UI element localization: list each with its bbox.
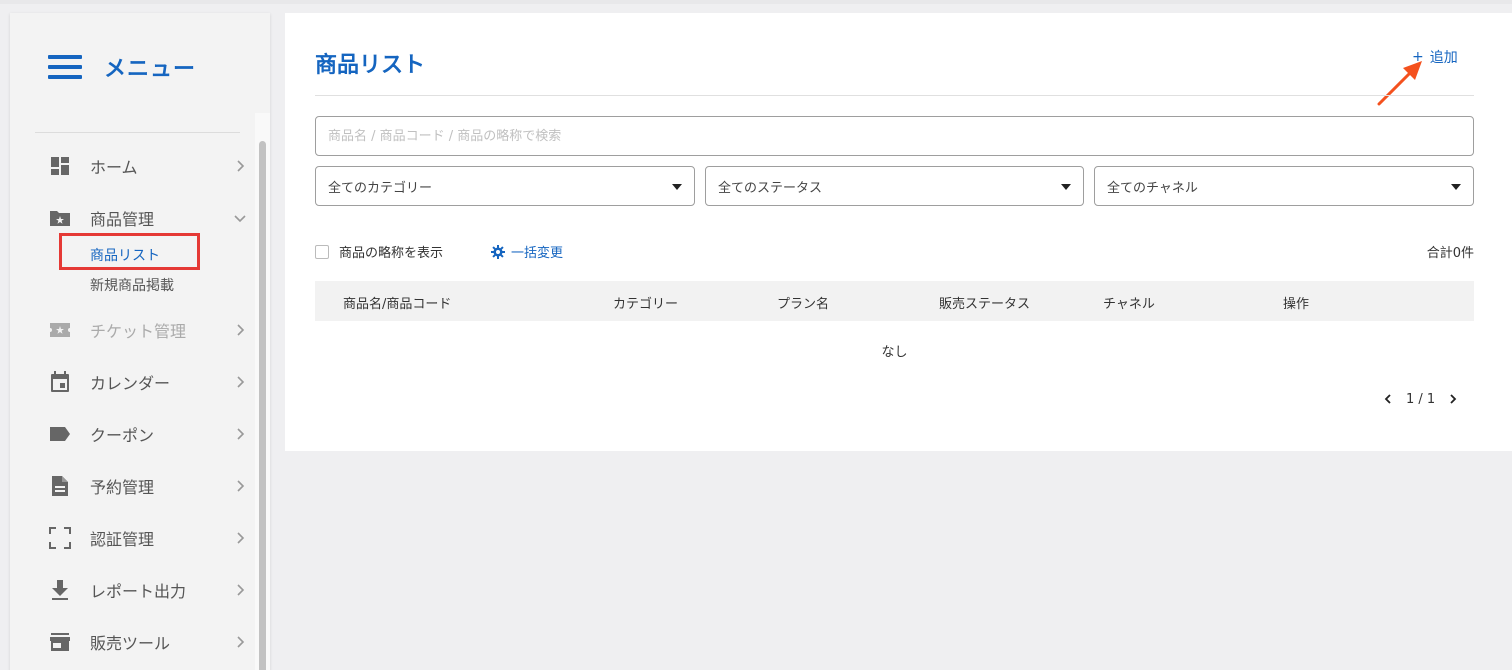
hamburger-icon[interactable] bbox=[48, 55, 82, 79]
dropdown-caret-icon bbox=[1451, 184, 1461, 190]
highlight-annotation bbox=[59, 233, 200, 270]
column-header-category: カテゴリー bbox=[613, 297, 679, 312]
sidebar-item-label: 商品管理 bbox=[90, 210, 155, 229]
column-header-status: 販売ステータス bbox=[939, 297, 1031, 312]
sidebar-item-label: カレンダー bbox=[90, 374, 171, 393]
page-title: 商品リスト bbox=[315, 53, 426, 78]
dashboard-icon bbox=[48, 154, 72, 178]
sidebar-divider bbox=[35, 132, 240, 133]
show-abbrev-label: 商品の略称を表示 bbox=[339, 246, 444, 261]
chevron-right-icon bbox=[237, 160, 245, 172]
sidebar-scrollbar[interactable] bbox=[259, 141, 266, 670]
category-select[interactable]: 全てのカテゴリー bbox=[315, 166, 695, 206]
title-divider bbox=[315, 95, 1474, 96]
empty-state-text: なし bbox=[881, 345, 908, 360]
chevron-right-icon bbox=[1450, 394, 1457, 404]
tag-icon bbox=[48, 422, 72, 446]
ticket-icon bbox=[48, 318, 72, 342]
sidebar-item-label: 販売ツール bbox=[90, 634, 171, 653]
sidebar-item-sales-tools[interactable]: 販売ツール bbox=[48, 627, 248, 657]
menu-header: メニュー bbox=[48, 51, 196, 83]
gear-icon bbox=[491, 244, 505, 259]
sidebar-item-label: レポート出力 bbox=[90, 582, 187, 601]
chevron-right-icon bbox=[237, 532, 245, 544]
bulk-edit-button[interactable]: 一括変更 bbox=[491, 242, 563, 261]
scan-frame-icon bbox=[48, 526, 72, 550]
sidebar-item-label: 予約管理 bbox=[90, 478, 155, 497]
checkbox-box[interactable] bbox=[315, 244, 329, 259]
store-icon bbox=[48, 630, 72, 654]
prev-page-button[interactable] bbox=[1380, 391, 1396, 407]
bulk-edit-label: 一括変更 bbox=[511, 246, 564, 261]
page-indicator: 1 / 1 bbox=[1406, 391, 1436, 407]
calendar-icon bbox=[48, 370, 72, 394]
document-icon bbox=[48, 474, 72, 498]
sidebar-item-label: 認証管理 bbox=[90, 530, 155, 549]
sidebar-subitem-new-product[interactable]: 新規商品掲載 bbox=[90, 275, 174, 295]
total-count: 合計0件 bbox=[1426, 246, 1474, 261]
add-button-label: 追加 bbox=[1429, 50, 1458, 66]
sidebar-item-label: チケット管理 bbox=[90, 322, 187, 341]
pagination: 1 / 1 bbox=[1380, 391, 1461, 407]
sidebar-item-label: ホーム bbox=[90, 158, 138, 177]
top-border bbox=[0, 0, 1512, 4]
chevron-down-icon bbox=[234, 215, 246, 223]
sidebar-item-label: クーポン bbox=[90, 426, 155, 445]
menu-title: メニュー bbox=[104, 57, 197, 82]
sidebar-item-reservations[interactable]: 予約管理 bbox=[48, 471, 248, 501]
sidebar-item-auth[interactable]: 認証管理 bbox=[48, 523, 248, 553]
chevron-right-icon bbox=[237, 428, 245, 440]
chevron-right-icon bbox=[237, 480, 245, 492]
category-select-value: 全てのカテゴリー bbox=[328, 180, 433, 196]
channel-select[interactable]: 全てのチャネル bbox=[1094, 166, 1474, 206]
status-select-value: 全てのステータス bbox=[718, 180, 823, 196]
column-header-plan: プラン名 bbox=[777, 297, 830, 312]
column-header-channel: チャネル bbox=[1103, 297, 1155, 312]
chevron-right-icon bbox=[237, 324, 245, 336]
chevron-right-icon bbox=[237, 636, 245, 648]
sidebar-item-calendar[interactable]: カレンダー bbox=[48, 367, 248, 397]
dropdown-caret-icon bbox=[672, 184, 682, 190]
chevron-left-icon bbox=[1384, 394, 1391, 404]
sidebar-item-products[interactable]: 商品管理 bbox=[48, 203, 248, 233]
chevron-right-icon bbox=[237, 584, 245, 596]
list-toolbar: 商品の略称を表示 一括変更 合計0件 bbox=[315, 242, 1474, 262]
chevron-right-icon bbox=[237, 376, 245, 388]
next-page-button[interactable] bbox=[1445, 391, 1461, 407]
arrow-annotation-icon bbox=[1377, 61, 1422, 106]
channel-select-value: 全てのチャネル bbox=[1107, 180, 1198, 196]
show-abbrev-checkbox[interactable]: 商品の略称を表示 bbox=[315, 242, 443, 261]
sidebar-item-tickets[interactable]: チケット管理 bbox=[48, 315, 248, 345]
sidebar: メニュー ホーム 商品管理 商品リスト 新規商品掲載 チケット管理 カレンダー bbox=[10, 13, 270, 670]
dropdown-caret-icon bbox=[1061, 184, 1071, 190]
sidebar-item-report[interactable]: レポート出力 bbox=[48, 575, 248, 605]
sidebar-item-home[interactable]: ホーム bbox=[48, 151, 248, 181]
table-header: 商品名/商品コード カテゴリー プラン名 販売ステータス チャネル 操作 bbox=[315, 281, 1474, 321]
status-select[interactable]: 全てのステータス bbox=[705, 166, 1084, 206]
search-input[interactable] bbox=[315, 116, 1474, 156]
folder-star-icon bbox=[48, 206, 72, 230]
column-header-actions: 操作 bbox=[1283, 297, 1310, 312]
sidebar-item-coupon[interactable]: クーポン bbox=[48, 419, 248, 449]
download-icon bbox=[48, 578, 72, 602]
column-header-name: 商品名/商品コード bbox=[343, 297, 452, 312]
main-card: 商品リスト + 追加 全てのカテゴリー 全てのステータス 全てのチャネル 商品の… bbox=[285, 13, 1512, 451]
